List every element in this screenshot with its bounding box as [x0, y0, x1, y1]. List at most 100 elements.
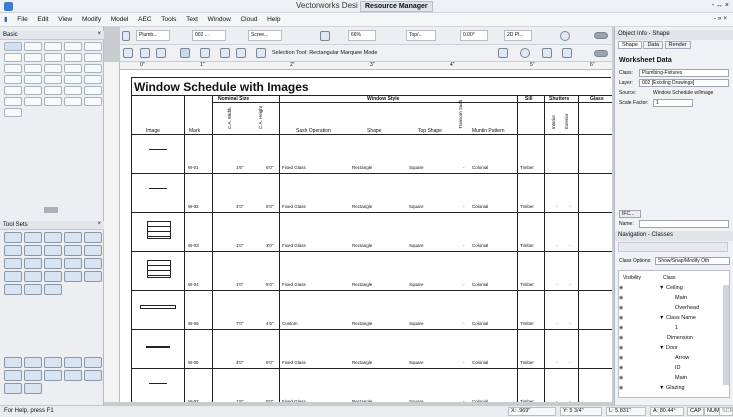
toolset-23[interactable] [44, 284, 62, 295]
tool-18[interactable] [44, 75, 62, 84]
menu-model[interactable]: Model [107, 14, 133, 25]
drawing-canvas[interactable]: Window Schedule with Images Nominal Size… [120, 70, 612, 402]
layer-dropdown[interactable]: 002 ... [192, 30, 226, 41]
toggle-icon[interactable] [594, 32, 608, 39]
tool-30[interactable] [84, 97, 102, 106]
tool-19[interactable] [64, 75, 82, 84]
zoom-icon[interactable] [320, 31, 330, 41]
mode3-icon[interactable] [180, 48, 190, 58]
toolset-28[interactable] [84, 357, 102, 368]
menu-help[interactable]: Help [263, 14, 284, 25]
tool-10[interactable] [84, 53, 102, 62]
toolset-19[interactable] [64, 271, 82, 282]
toolset-33[interactable] [84, 370, 102, 381]
visibility-eye-icon[interactable]: ◉ [619, 315, 623, 321]
toolset-26[interactable] [44, 357, 62, 368]
menu-cloud[interactable]: Cloud [236, 14, 261, 25]
window-controls[interactable]: - ↔ × [712, 2, 729, 9]
basic-scroll-arrow[interactable] [44, 207, 58, 213]
toolset-6[interactable] [4, 245, 22, 256]
menu-modify[interactable]: Modify [78, 14, 105, 25]
class-item[interactable]: ID [675, 365, 681, 371]
doc-controls[interactable]: - » × [710, 13, 731, 24]
toolset-10[interactable] [84, 245, 102, 256]
menu-tools[interactable]: Tools [157, 14, 180, 25]
toolset-12[interactable] [24, 258, 42, 269]
text-tool[interactable] [84, 42, 102, 51]
layer-dropdown[interactable]: 002 [Existing Drawings] [639, 79, 729, 87]
menu-file[interactable]: File [13, 14, 31, 25]
tool-16[interactable] [4, 75, 22, 84]
ifc-button[interactable]: IFC... [619, 210, 641, 218]
toolset-29[interactable] [4, 370, 22, 381]
toolset-22[interactable] [24, 284, 42, 295]
tool-17[interactable] [24, 75, 42, 84]
zoom-tool[interactable] [64, 42, 82, 51]
tab-render[interactable]: Render [664, 41, 691, 49]
toolset-14[interactable] [64, 258, 82, 269]
mode2-icon[interactable] [156, 48, 166, 58]
class-list-scrollbar[interactable] [723, 285, 729, 385]
rounded-rect-tool[interactable] [24, 64, 42, 73]
menu-aec[interactable]: AEC [134, 14, 155, 25]
render-icon[interactable] [560, 31, 570, 41]
mode6-icon[interactable] [236, 48, 246, 58]
zoom-field[interactable]: 66% [348, 30, 376, 41]
toolset-15[interactable] [84, 258, 102, 269]
class-item[interactable]: ▼ Class Name [659, 315, 696, 321]
selection-tool[interactable] [4, 42, 22, 51]
tool-31[interactable] [4, 108, 22, 117]
toolset-31[interactable] [44, 370, 62, 381]
mode5-icon[interactable] [220, 48, 230, 58]
tool-26[interactable] [4, 97, 22, 106]
visibility-eye-icon[interactable]: ◉ [619, 305, 623, 311]
rotation-field[interactable]: 0.00° [460, 30, 488, 41]
oval-tool[interactable] [64, 64, 82, 73]
tool-24[interactable] [64, 86, 82, 95]
render-dropdown[interactable]: 2D Pl... [504, 30, 532, 41]
visibility-eye-icon[interactable]: ◉ [619, 335, 623, 341]
visibility-eye-icon[interactable]: ◉ [619, 385, 623, 391]
back-icon[interactable] [122, 31, 130, 41]
tool-8[interactable] [44, 53, 62, 62]
scale-field[interactable]: 1 [653, 99, 693, 107]
toolset-35[interactable] [24, 383, 42, 394]
mode1-icon[interactable] [140, 48, 150, 58]
mode7-icon[interactable] [256, 48, 266, 58]
tool-9[interactable] [64, 53, 82, 62]
doc-icon[interactable]: ▮ [0, 13, 12, 25]
tool-28[interactable] [44, 97, 62, 106]
menu-text[interactable]: Text [182, 14, 202, 25]
toolset-9[interactable] [64, 245, 82, 256]
tool-22[interactable] [24, 86, 42, 95]
rect-tool[interactable] [4, 64, 22, 73]
fill-icon[interactable] [542, 48, 552, 58]
toolset-8[interactable] [44, 245, 62, 256]
class-item[interactable]: Dimension [667, 335, 693, 341]
tool-6[interactable] [4, 53, 22, 62]
toolset-20[interactable] [84, 271, 102, 282]
toolset-13[interactable] [44, 258, 62, 269]
class-item[interactable]: ▼ Ceiling [659, 285, 683, 291]
toggle2-icon[interactable] [594, 50, 608, 57]
visibility-eye-icon[interactable]: ◉ [619, 325, 623, 331]
visibility-eye-icon[interactable]: ◉ [619, 345, 623, 351]
toolset-21[interactable] [4, 284, 22, 295]
tab-data[interactable]: Data [643, 41, 664, 49]
toolset-11[interactable] [4, 258, 22, 269]
toolset-3[interactable] [44, 232, 62, 243]
toolset-30[interactable] [24, 370, 42, 381]
pen-icon[interactable] [562, 48, 572, 58]
tool-27[interactable] [24, 97, 42, 106]
class-dropdown[interactable]: Plumbing-Fixtures [639, 69, 729, 77]
class-item[interactable]: 1 [675, 325, 678, 331]
arc-tool[interactable] [84, 64, 102, 73]
toolset-17[interactable] [24, 271, 42, 282]
close-icon[interactable]: × [97, 221, 101, 227]
class-options-dropdown[interactable]: Show/Snap/Modify Oth [655, 257, 730, 265]
toolset-2[interactable] [24, 232, 42, 243]
toolset-27[interactable] [64, 357, 82, 368]
gear-icon[interactable] [520, 48, 530, 58]
class-item[interactable]: Overhead [675, 305, 699, 311]
toolset-1[interactable] [4, 232, 22, 243]
